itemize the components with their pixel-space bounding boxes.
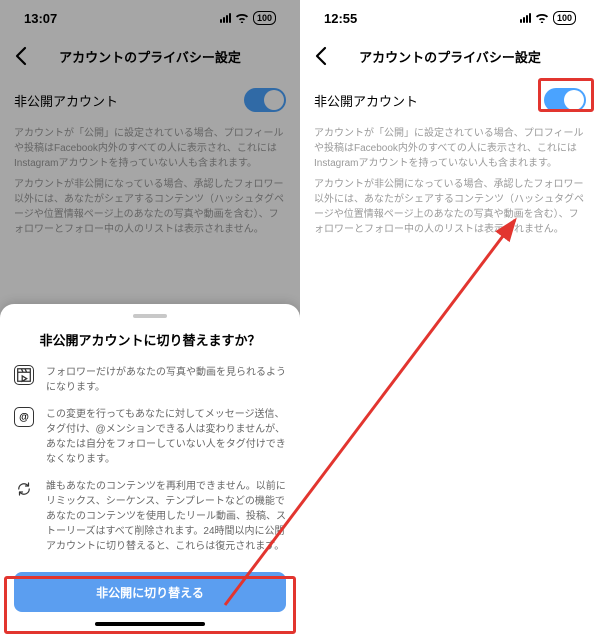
description-public: アカウントが「公開」に設定されている場合、プロフィールや投稿はFacebook内… — [300, 120, 600, 171]
sheet-item-text: 誰もあなたのコンテンツを再利用できません。以前にリミックス、シーケンス、テンプレ… — [46, 479, 286, 554]
status-bar: 13:07 100 — [0, 0, 300, 36]
left-phone: 13:07 100 アカウントのプライバシー設定 非公開アカウント アカウントが… — [0, 0, 300, 638]
sheet-title: 非公開アカウントに切り替えますか？ — [14, 330, 286, 349]
home-indicator — [95, 622, 205, 626]
private-account-label: 非公開アカウント — [314, 91, 418, 110]
description-private: アカウントが非公開になっている場合、承認したフォロワー以外には、あなたがシェアす… — [300, 171, 600, 237]
back-button[interactable] — [10, 44, 34, 68]
wifi-icon — [535, 11, 549, 26]
status-right: 100 — [220, 11, 276, 26]
private-account-row: 非公開アカウント — [0, 76, 300, 120]
wifi-icon — [235, 11, 249, 26]
right-phone: 12:55 100 アカウントのプライバシー設定 非公開アカウント アカウントが… — [300, 0, 600, 638]
sync-icon — [14, 479, 34, 499]
sheet-item-remix: 誰もあなたのコンテンツを再利用できません。以前にリミックス、シーケンス、テンプレ… — [14, 479, 286, 554]
sheet-grabber[interactable] — [133, 314, 167, 318]
sheet-item-text: この変更を行ってもあなたに対してメッセージ送信、タグ付け、@メンションできる人は… — [46, 407, 286, 467]
sheet-item-mention: @ この変更を行ってもあなたに対してメッセージ送信、タグ付け、@メンションできる… — [14, 407, 286, 467]
page-title: アカウントのプライバシー設定 — [359, 47, 541, 66]
page-header: アカウントのプライバシー設定 — [0, 36, 300, 76]
page-title: アカウントのプライバシー設定 — [59, 47, 241, 66]
private-account-toggle[interactable] — [244, 88, 286, 112]
signal-icon — [520, 13, 531, 23]
status-right: 100 — [520, 11, 576, 26]
reels-icon — [14, 365, 34, 385]
switch-private-button[interactable]: 非公開に切り替える — [14, 572, 286, 612]
sheet-item-text: フォロワーだけがあなたの写真や動画を見られるようになります。 — [46, 365, 286, 395]
status-time: 12:55 — [324, 11, 357, 26]
private-account-label: 非公開アカウント — [14, 91, 118, 110]
private-account-row: 非公開アカウント — [300, 76, 600, 120]
signal-icon — [220, 13, 231, 23]
description-private: アカウントが非公開になっている場合、承認したフォロワー以外には、あなたがシェアす… — [0, 171, 300, 237]
status-bar: 12:55 100 — [300, 0, 600, 36]
sheet-item-reels: フォロワーだけがあなたの写真や動画を見られるようになります。 — [14, 365, 286, 395]
battery-icon: 100 — [553, 11, 576, 25]
confirm-sheet: 非公開アカウントに切り替えますか？ フォロワーだけがあなたの写真や動画を見られる… — [0, 304, 300, 638]
battery-icon: 100 — [253, 11, 276, 25]
status-time: 13:07 — [24, 11, 57, 26]
description-public: アカウントが「公開」に設定されている場合、プロフィールや投稿はFacebook内… — [0, 120, 300, 171]
back-button[interactable] — [310, 44, 334, 68]
page-header: アカウントのプライバシー設定 — [300, 36, 600, 76]
mention-icon: @ — [14, 407, 34, 427]
private-account-toggle[interactable] — [544, 88, 586, 112]
